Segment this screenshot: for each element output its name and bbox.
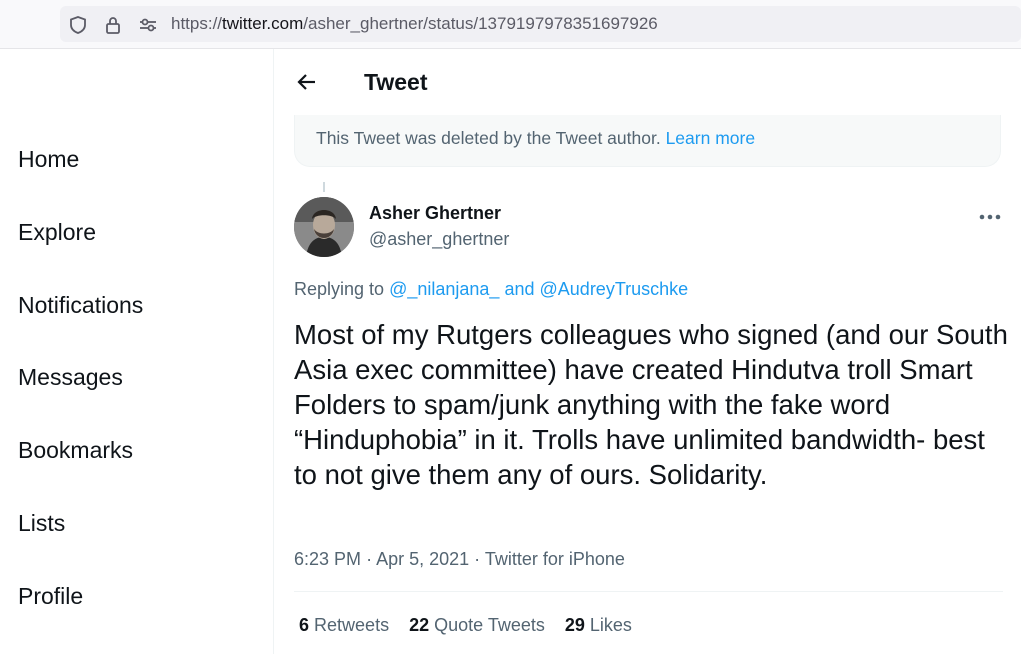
sidebar-item-lists[interactable]: Lists: [18, 510, 65, 537]
avatar-photo: [294, 197, 354, 257]
permissions-icon[interactable]: [138, 15, 158, 35]
likes-label: Likes: [589, 615, 632, 635]
more-options-icon[interactable]: [977, 209, 1003, 225]
shield-icon[interactable]: [68, 15, 88, 35]
replying-label: Replying to: [294, 279, 385, 299]
url-prefix: https://: [171, 14, 223, 33]
replying-to-line: Replying to @_nilanjana_ and @AudreyTrus…: [294, 279, 688, 300]
mention-joiner[interactable]: and: [499, 279, 539, 299]
tweet-source[interactable]: Twitter for iPhone: [485, 549, 625, 569]
likes-stat[interactable]: 29 Likes: [565, 615, 632, 636]
sidebar-item-profile[interactable]: Profile: [18, 583, 83, 610]
meta-separator: ·: [366, 549, 373, 569]
author-display-name[interactable]: Asher Ghertner: [369, 203, 501, 224]
sidebar-item-bookmarks[interactable]: Bookmarks: [18, 437, 133, 464]
author-handle[interactable]: @asher_ghertner: [369, 229, 509, 250]
address-bar[interactable]: https://twitter.com/asher_ghertner/statu…: [60, 6, 1021, 42]
deleted-tweet-notice: This Tweet was deleted by the Tweet auth…: [294, 115, 1001, 167]
quote-tweets-stat[interactable]: 22 Quote Tweets: [409, 615, 545, 636]
divider: [294, 591, 1003, 592]
meta-separator: ·: [474, 549, 481, 569]
sidebar-item-messages[interactable]: Messages: [18, 364, 123, 391]
tweet-text: Most of my Rutgers colleagues who signed…: [294, 319, 1008, 490]
browser-toolbar: https://twitter.com/asher_ghertner/statu…: [0, 0, 1021, 49]
lock-icon[interactable]: [103, 15, 123, 35]
engagement-stats: 6 Retweets 22 Quote Tweets 29 Likes: [299, 615, 652, 636]
tweet-column: Tweet This Tweet was deleted by the Twee…: [274, 49, 1021, 654]
learn-more-link[interactable]: Learn more: [666, 128, 756, 148]
notice-text-wrap: This Tweet was deleted by the Tweet auth…: [316, 128, 755, 149]
retweets-stat[interactable]: 6 Retweets: [299, 615, 389, 636]
tweet-metadata: 6:23 PM · Apr 5, 2021 · Twitter for iPho…: [294, 549, 625, 570]
url-text[interactable]: https://twitter.com/asher_ghertner/statu…: [171, 14, 658, 34]
mention-link-2[interactable]: @AudreyTruschke: [540, 279, 689, 299]
sidebar-item-explore[interactable]: Explore: [18, 219, 96, 246]
back-arrow-icon[interactable]: [296, 71, 318, 93]
mention-link-1[interactable]: @_nilanjana_: [389, 279, 499, 299]
likes-count: 29: [564, 615, 585, 635]
mention-joiner-text: and: [504, 279, 535, 299]
avatar[interactable]: [294, 197, 354, 257]
sidebar-item-notifications[interactable]: Notifications: [18, 292, 143, 319]
tweet-time[interactable]: 6:23 PM: [294, 549, 361, 569]
notice-text: This Tweet was deleted by the Tweet auth…: [316, 128, 661, 148]
page-title: Tweet: [364, 69, 428, 95]
quote-tweets-count: 22: [409, 615, 430, 635]
url-path: /asher_ghertner/status/13791979783516979…: [303, 14, 658, 33]
retweets-label: Retweets: [314, 615, 390, 635]
url-host: twitter.com: [222, 14, 304, 33]
quote-tweets-label: Quote Tweets: [434, 615, 545, 635]
tweet-date[interactable]: Apr 5, 2021: [376, 549, 469, 569]
sidebar-nav: Home Explore Notifications Messages Book…: [0, 49, 274, 654]
sidebar-item-home[interactable]: Home: [18, 146, 79, 173]
retweets-count: 6: [299, 615, 310, 635]
thread-connector-line: [323, 182, 325, 192]
